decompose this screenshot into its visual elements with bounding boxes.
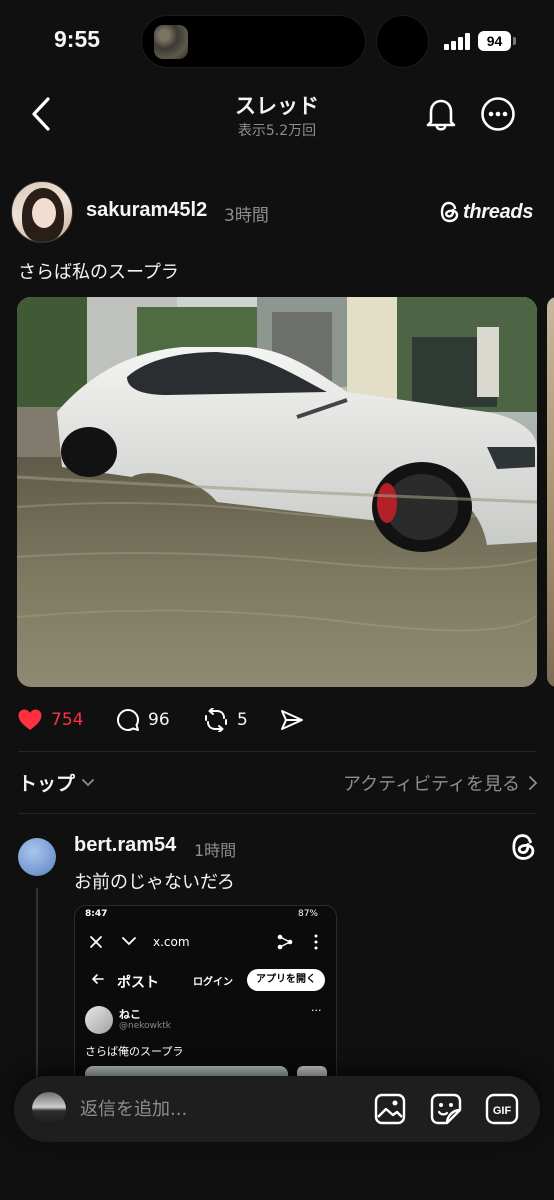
embed-post-label: ポスト	[117, 975, 159, 991]
page-title: スレッド	[235, 94, 319, 118]
sticker-icon[interactable]	[428, 1091, 464, 1127]
share-button[interactable]	[280, 705, 304, 735]
reply-timestamp: 1時間	[194, 841, 237, 860]
reply-image[interactable]: 8:47 87% x.com ポスト ログイン アプリを開く ねこ @nekow…	[74, 905, 337, 1105]
threads-logo-icon	[440, 201, 459, 223]
gif-icon[interactable]: GIF	[484, 1091, 520, 1127]
post-image[interactable]	[17, 297, 537, 687]
flooded-car-photo	[17, 297, 537, 687]
sort-label: トップ	[18, 773, 76, 795]
status-time: 9:55	[54, 26, 101, 52]
embed-browser-bar	[90, 934, 318, 950]
embed-login: ログイン	[193, 977, 233, 988]
embed-name: ねこ	[119, 1008, 141, 1021]
embed-status-time: 8:47	[85, 909, 108, 919]
now-playing-thumbnail	[154, 25, 188, 59]
divider	[18, 751, 536, 752]
post-caption: さらば私のスープラ	[18, 262, 179, 283]
reply-input[interactable]	[80, 1094, 350, 1124]
repost-button[interactable]: 5	[203, 705, 248, 735]
battery-tip	[513, 37, 516, 45]
reply-author-avatar[interactable]	[18, 838, 56, 876]
comment-icon	[117, 709, 139, 731]
status-bar: 9:55 94	[0, 0, 554, 80]
reply-author-username[interactable]: bert.ram54	[74, 834, 176, 857]
reply-text: お前のじゃないだろ	[74, 872, 235, 893]
user-avatar	[32, 1092, 66, 1126]
author-username[interactable]: sakuram45l2	[86, 199, 207, 222]
image-picker-icon[interactable]	[372, 1091, 408, 1127]
sort-dropdown[interactable]: トップ	[18, 769, 95, 796]
embed-battery: 87%	[297, 909, 318, 919]
like-button[interactable]: 754	[17, 705, 83, 735]
reply-composer[interactable]: GIF	[14, 1076, 540, 1142]
view-count: 表示5.2万回	[237, 123, 317, 139]
bell-icon[interactable]	[424, 96, 458, 132]
comment-button[interactable]: 96	[116, 705, 170, 735]
send-icon	[281, 710, 303, 730]
chevron-down-icon	[82, 778, 94, 786]
signal-icon	[444, 32, 471, 50]
battery-icon: 94	[478, 31, 511, 51]
author-avatar[interactable]	[11, 181, 73, 243]
next-image-peek[interactable]	[547, 297, 554, 687]
embed-more-icon: ···	[311, 1004, 322, 1017]
front-camera	[376, 15, 429, 68]
view-activity-link[interactable]: アクティビティを見る	[343, 770, 538, 796]
divider	[18, 813, 536, 814]
svg-text:GIF: GIF	[493, 1105, 512, 1117]
comment-count: 96	[148, 710, 170, 730]
dynamic-island	[141, 15, 366, 68]
post-timestamp: 3時間	[224, 206, 269, 226]
embed-open-app: アプリを開く	[247, 969, 325, 991]
threads-logo-icon[interactable]	[510, 833, 538, 861]
repost-count: 5	[237, 710, 248, 730]
activity-link-label: アクティビティを見る	[343, 774, 520, 795]
embed-url: x.com	[153, 935, 190, 949]
embed-text: さらば俺のスープラ	[85, 1045, 184, 1058]
like-count: 754	[51, 710, 84, 730]
threads-wordmark: threads	[463, 200, 534, 223]
chevron-right-icon	[529, 776, 538, 790]
embed-avatar	[85, 1006, 113, 1034]
thread-line	[36, 888, 38, 1088]
more-options-icon[interactable]	[480, 96, 516, 132]
embed-handle: @nekowktk	[119, 1021, 171, 1031]
threads-brand[interactable]: threads	[440, 199, 533, 225]
repost-icon	[205, 708, 227, 732]
heart-filled-icon	[18, 709, 42, 730]
